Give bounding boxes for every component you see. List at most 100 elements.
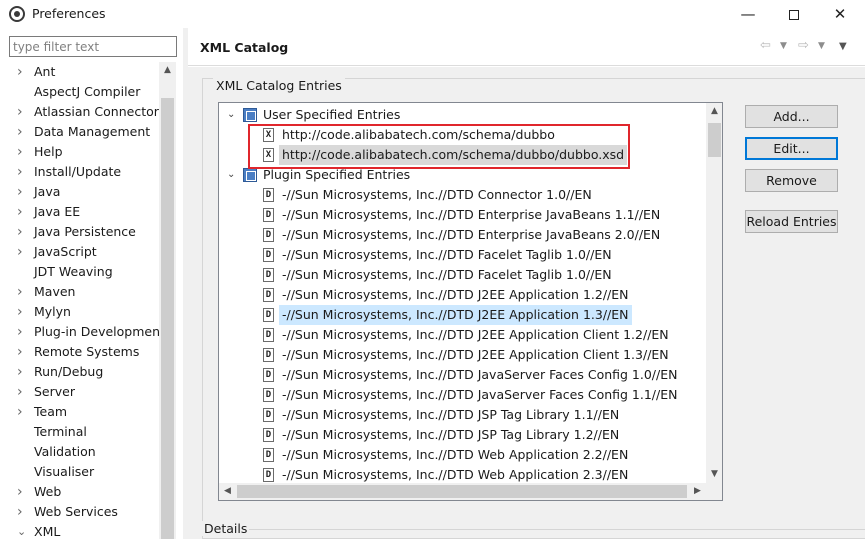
collapse-chevron-icon[interactable]: ⌄ bbox=[227, 165, 235, 185]
catalog-entry[interactable]: D -//Sun Microsystems, Inc.//DTD JSP Tag … bbox=[219, 425, 716, 445]
maximize-icon bbox=[789, 9, 799, 20]
scroll-up-icon[interactable]: ▲ bbox=[706, 103, 722, 120]
chevron-right-icon[interactable]: › bbox=[17, 62, 23, 82]
preference-item[interactable]: › Web Services bbox=[9, 502, 175, 522]
scroll-up-icon[interactable]: ▲ bbox=[159, 62, 176, 79]
catalog-entry[interactable]: D -//Sun Microsystems, Inc.//DTD Facelet … bbox=[219, 265, 716, 285]
entry-label: http://code.alibabatech.com/schema/dubbo bbox=[282, 127, 555, 142]
preference-item[interactable]: Terminal bbox=[9, 422, 175, 442]
chevron-right-icon[interactable]: › bbox=[17, 402, 23, 422]
preference-item[interactable]: ⌄ XML bbox=[9, 522, 175, 539]
scroll-down-icon[interactable]: ▼ bbox=[706, 466, 722, 483]
preference-page: XML Catalog ⇦ ▼ ⇨ ▼ ▼ XML Catalog Entrie… bbox=[188, 28, 865, 539]
chevron-right-icon[interactable]: › bbox=[17, 122, 23, 142]
scroll-right-icon[interactable]: ▶ bbox=[689, 483, 706, 500]
scroll-left-icon[interactable]: ◀ bbox=[219, 483, 236, 500]
chevron-right-icon[interactable]: › bbox=[17, 342, 23, 362]
chevron-right-icon[interactable]: › bbox=[17, 182, 23, 202]
chevron-right-icon[interactable]: › bbox=[17, 222, 23, 242]
collapse-chevron-icon[interactable]: ⌄ bbox=[227, 105, 235, 125]
chevron-right-icon[interactable]: › bbox=[17, 162, 23, 182]
chevron-right-icon[interactable]: › bbox=[17, 382, 23, 402]
catalog-entry[interactable]: D -//Sun Microsystems, Inc.//DTD J2EE App… bbox=[219, 325, 716, 345]
chevron-right-icon[interactable]: › bbox=[17, 502, 23, 522]
dtd-file-icon: D bbox=[263, 268, 274, 282]
scrollbar-thumb[interactable] bbox=[237, 485, 687, 498]
catalog-horizontal-scrollbar[interactable]: ◀ ▶ bbox=[219, 483, 706, 500]
preference-item[interactable]: › Atlassian Connector bbox=[9, 102, 175, 122]
back-history-dropdown-icon[interactable]: ▼ bbox=[780, 41, 787, 51]
preference-item[interactable]: JDT Weaving bbox=[9, 262, 175, 282]
add-button[interactable]: Add... bbox=[745, 105, 838, 128]
preference-item[interactable]: › Plug-in Development bbox=[9, 322, 175, 342]
xsd-file-icon: X bbox=[263, 148, 274, 162]
catalog-entry[interactable]: D -//Sun Microsystems, Inc.//DTD Facelet … bbox=[219, 245, 716, 265]
preference-item[interactable]: › Maven bbox=[9, 282, 175, 302]
reload-entries-button[interactable]: Reload Entries bbox=[745, 210, 838, 233]
view-menu-icon[interactable]: ▼ bbox=[839, 41, 847, 52]
forward-history-dropdown-icon[interactable]: ▼ bbox=[818, 41, 825, 51]
preference-item[interactable]: › Mylyn bbox=[9, 302, 175, 322]
catalog-entry[interactable]: D -//Sun Microsystems, Inc.//DTD JSP Tag … bbox=[219, 405, 716, 425]
chevron-right-icon[interactable]: › bbox=[17, 482, 23, 502]
preference-item[interactable]: › Remote Systems bbox=[9, 342, 175, 362]
preference-item[interactable]: › Server bbox=[9, 382, 175, 402]
filter-input[interactable] bbox=[9, 36, 177, 57]
catalog-vertical-scrollbar[interactable]: ▲ ▼ bbox=[706, 103, 722, 483]
catalog-entry[interactable]: D -//Sun Microsystems, Inc.//DTD Web Appl… bbox=[219, 445, 716, 465]
catalog-entry[interactable]: Xhttp://code.alibabatech.com/schema/dubb… bbox=[219, 145, 716, 165]
catalog-entry[interactable]: D -//Sun Microsystems, Inc.//DTD J2EE App… bbox=[219, 345, 716, 365]
chevron-right-icon[interactable]: › bbox=[17, 202, 23, 222]
page-header: XML Catalog ⇦ ▼ ⇨ ▼ ▼ bbox=[188, 28, 865, 66]
preference-item[interactable]: AspectJ Compiler bbox=[9, 82, 175, 102]
chevron-right-icon[interactable]: › bbox=[17, 242, 23, 262]
preference-item[interactable]: › Help bbox=[9, 142, 175, 162]
remove-button[interactable]: Remove bbox=[745, 169, 838, 192]
scrollbar-thumb[interactable] bbox=[708, 123, 721, 157]
chevron-down-icon[interactable]: ⌄ bbox=[17, 522, 26, 539]
preference-item[interactable]: › Run/Debug bbox=[9, 362, 175, 382]
dtd-file-icon: D bbox=[263, 368, 274, 382]
user-specified-entries-node[interactable]: ⌄ User Specified Entries bbox=[219, 105, 716, 125]
catalog-entry[interactable]: D -//Sun Microsystems, Inc.//DTD Connecto… bbox=[219, 185, 716, 205]
chevron-right-icon[interactable]: › bbox=[17, 302, 23, 322]
title-bar: Preferences — ✕ bbox=[0, 0, 865, 28]
close-button[interactable]: ✕ bbox=[817, 0, 863, 28]
preference-item[interactable]: › Web bbox=[9, 482, 175, 502]
catalog-entry[interactable]: D -//Sun Microsystems, Inc.//DTD J2EE App… bbox=[219, 305, 716, 325]
entry-label: -//Sun Microsystems, Inc.//DTD J2EE Appl… bbox=[282, 347, 669, 362]
catalog-entry[interactable]: D -//Sun Microsystems, Inc.//DTD JavaServ… bbox=[219, 385, 716, 405]
preference-item[interactable]: Visualiser bbox=[9, 462, 175, 482]
catalog-entry[interactable]: D -//Sun Microsystems, Inc.//DTD JavaServ… bbox=[219, 365, 716, 385]
plugin-specified-entries-node[interactable]: ⌄ Plugin Specified Entries bbox=[219, 165, 716, 185]
chevron-right-icon[interactable]: › bbox=[17, 322, 23, 342]
preference-item[interactable]: › Data Management bbox=[9, 122, 175, 142]
preference-item[interactable]: › Team bbox=[9, 402, 175, 422]
chevron-right-icon[interactable]: › bbox=[17, 102, 23, 122]
preference-item-label: Java bbox=[34, 184, 61, 199]
preference-item[interactable]: Validation bbox=[9, 442, 175, 462]
chevron-right-icon[interactable]: › bbox=[17, 282, 23, 302]
preference-item[interactable]: › Java EE bbox=[9, 202, 175, 222]
preference-item[interactable]: › Install/Update bbox=[9, 162, 175, 182]
chevron-right-icon[interactable]: › bbox=[17, 362, 23, 382]
minimize-button[interactable]: — bbox=[725, 0, 771, 28]
scrollbar-thumb[interactable] bbox=[161, 98, 174, 539]
catalog-entries-tree[interactable]: ⌄ User Specified Entries Xhttp://code.alib… bbox=[218, 102, 723, 501]
back-arrow-icon[interactable]: ⇦ bbox=[760, 38, 771, 53]
preference-item[interactable]: › Java Persistence bbox=[9, 222, 175, 242]
preference-item[interactable]: › JavaScript bbox=[9, 242, 175, 262]
catalog-entry[interactable]: D -//Sun Microsystems, Inc.//DTD Enterpri… bbox=[219, 225, 716, 245]
catalog-entry[interactable]: D -//Sun Microsystems, Inc.//DTD Web Appl… bbox=[219, 465, 716, 485]
maximize-button[interactable] bbox=[771, 0, 817, 28]
preferences-tree-scrollbar[interactable]: ▲ bbox=[159, 62, 176, 539]
catalog-entry[interactable]: D -//Sun Microsystems, Inc.//DTD J2EE App… bbox=[219, 285, 716, 305]
preference-item[interactable]: › Ant bbox=[9, 62, 175, 82]
preference-item[interactable]: › Java bbox=[9, 182, 175, 202]
chevron-right-icon[interactable]: › bbox=[17, 142, 23, 162]
catalog-entry[interactable]: D -//Sun Microsystems, Inc.//DTD Enterpri… bbox=[219, 205, 716, 225]
edit-button[interactable]: Edit... bbox=[745, 137, 838, 160]
catalog-entry[interactable]: Xhttp://code.alibabatech.com/schema/dubb… bbox=[219, 125, 716, 145]
forward-arrow-icon[interactable]: ⇨ bbox=[798, 38, 809, 53]
entry-label: -//Sun Microsystems, Inc.//DTD Connector… bbox=[282, 187, 592, 202]
